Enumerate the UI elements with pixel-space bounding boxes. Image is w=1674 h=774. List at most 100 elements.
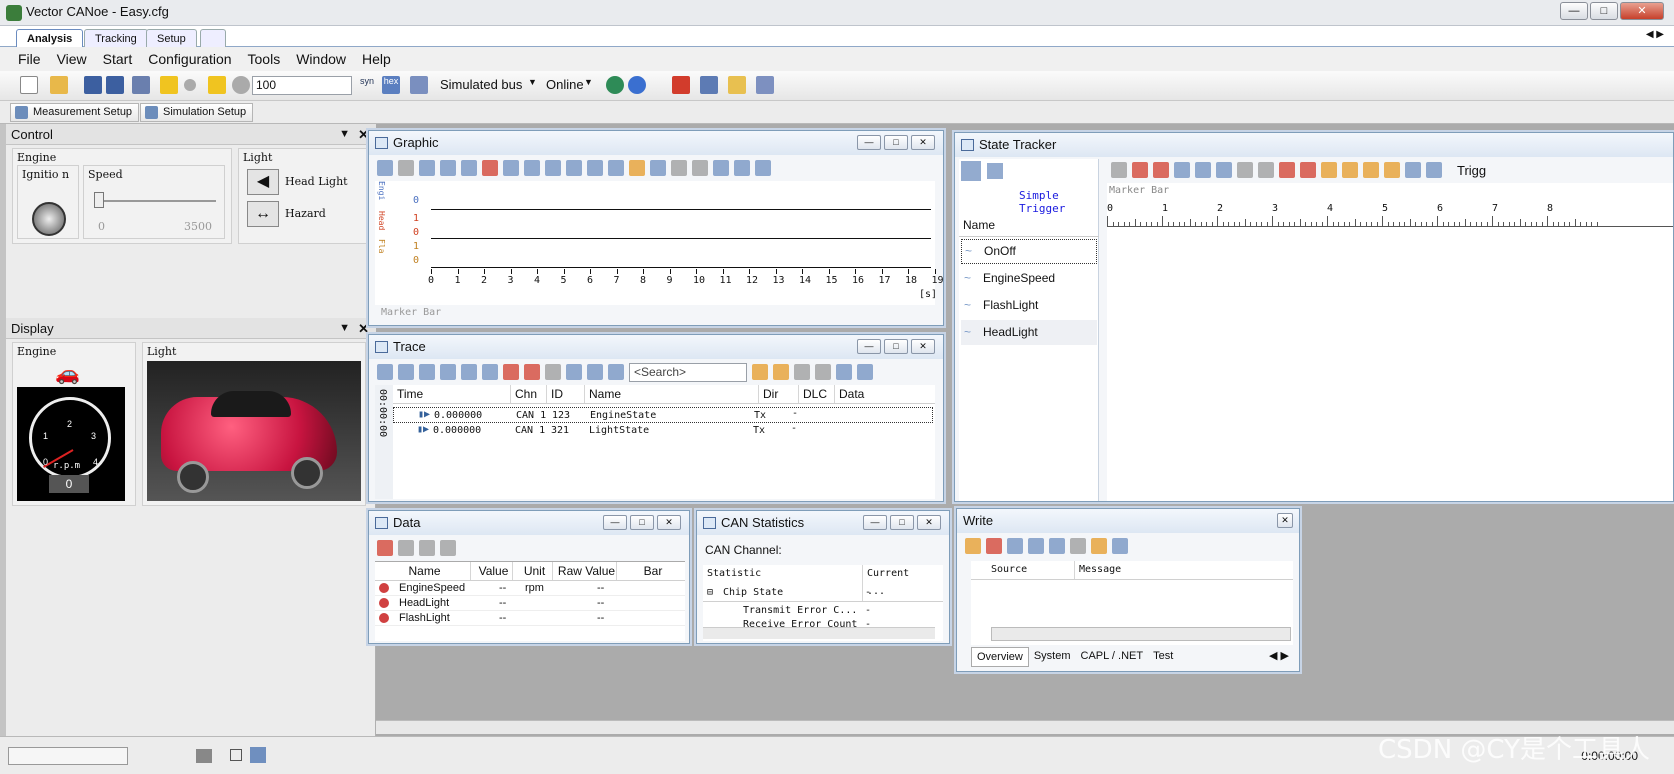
st-zoom-out-icon[interactable]: [1195, 162, 1211, 178]
collapse-icon[interactable]: ⊟: [707, 587, 713, 598]
graphic-chart2-icon[interactable]: [461, 160, 477, 176]
graphic-layout-icon[interactable]: [419, 160, 435, 176]
measure-icon[interactable]: [587, 160, 603, 176]
windows-icon[interactable]: [756, 76, 774, 94]
minimize-button[interactable]: —: [1560, 2, 1588, 20]
tab-analysis[interactable]: Analysis: [16, 29, 84, 47]
start-lightning-icon[interactable]: [160, 76, 178, 94]
trace-maximize-button[interactable]: □: [884, 339, 908, 354]
trace-col-time[interactable]: Time: [393, 385, 511, 403]
graphic-chart-icon[interactable]: [440, 160, 456, 176]
data-col-value[interactable]: Value: [471, 562, 513, 580]
pin-icon[interactable]: ▼: [339, 124, 350, 145]
trace-col-dir[interactable]: Dir: [759, 385, 799, 403]
graphic-maximize-button[interactable]: □: [884, 135, 908, 150]
write-pause-icon[interactable]: [965, 538, 981, 554]
st-redo-icon[interactable]: [1258, 162, 1274, 178]
state-tracker-find-icon[interactable]: [987, 163, 1003, 179]
write-tab-overview[interactable]: Overview: [971, 647, 1029, 667]
st-first-icon[interactable]: [1321, 162, 1337, 178]
st-zoom-fit-icon[interactable]: [1216, 162, 1232, 178]
trace-col-id[interactable]: ID: [547, 385, 585, 403]
menu-window[interactable]: Window: [290, 51, 352, 67]
st-measure2-icon[interactable]: [1300, 162, 1316, 178]
st-pause-icon[interactable]: [1111, 162, 1127, 178]
data-row[interactable]: FlashLight -- --: [375, 611, 685, 626]
graphic-pause-icon[interactable]: [398, 160, 414, 176]
display-pin-icon[interactable]: ▼: [339, 318, 350, 339]
graphic-fit-icon[interactable]: [377, 160, 393, 176]
data-minimize-button[interactable]: —: [603, 515, 627, 530]
trace-filter2-icon[interactable]: [461, 364, 477, 380]
trace-forward-icon[interactable]: [815, 364, 831, 380]
network-icon[interactable]: [132, 76, 150, 94]
data-clear-icon[interactable]: [377, 540, 393, 556]
timer-value-combo[interactable]: 100: [252, 76, 352, 95]
write-tab-capl[interactable]: CAPL / .NET: [1076, 647, 1149, 667]
status-log-icon[interactable]: [250, 747, 266, 763]
menu-file[interactable]: File: [12, 51, 47, 67]
can-stat-maximize-button[interactable]: □: [890, 515, 914, 530]
write-find-icon[interactable]: [1049, 538, 1065, 554]
speed-slider-thumb[interactable]: [94, 192, 104, 208]
zoom-out-icon[interactable]: [545, 160, 561, 176]
trace-col-data[interactable]: Data: [835, 385, 935, 403]
st-export-icon[interactable]: [1426, 162, 1442, 178]
trace-search-next-icon[interactable]: [752, 364, 768, 380]
stop-icon[interactable]: [184, 79, 196, 91]
menu-start[interactable]: Start: [97, 51, 139, 67]
simulated-bus-dropdown[interactable]: Simulated bus: [440, 77, 522, 92]
maximize-button[interactable]: □: [1590, 2, 1618, 20]
write-paste-icon[interactable]: [1070, 538, 1086, 554]
state-tracker-config-icon[interactable]: [961, 161, 981, 181]
tab-tracking[interactable]: Tracking: [84, 29, 148, 47]
trace-col-chn[interactable]: Chn: [511, 385, 547, 403]
trace-row[interactable]: ▮▶ 0.000000 CAN 1 123 EngineState Tx -: [393, 407, 933, 423]
redo-icon[interactable]: [692, 160, 708, 176]
write-clear-icon[interactable]: [986, 538, 1002, 554]
write-hscrollbar[interactable]: [991, 627, 1291, 641]
save-all-icon[interactable]: [106, 76, 124, 94]
state-signal-row[interactable]: FlashLight ~: [961, 293, 1097, 318]
graphic-config-icon[interactable]: [755, 160, 771, 176]
data-col-raw[interactable]: Raw Value: [553, 562, 617, 580]
tab-scroll-arrows-icon[interactable]: ◀ ▶: [1646, 29, 1664, 40]
data-config-icon[interactable]: [419, 540, 435, 556]
notes-icon[interactable]: [728, 76, 746, 94]
trace-minimize-button[interactable]: —: [857, 339, 881, 354]
data-record-icon[interactable]: [440, 540, 456, 556]
data-row[interactable]: HeadLight -- --: [375, 596, 685, 611]
data-row[interactable]: EngineSpeed -- rpm --: [375, 581, 685, 596]
new-tab-icon[interactable]: [200, 29, 226, 47]
menu-view[interactable]: View: [51, 51, 93, 67]
st-prev-icon[interactable]: [1342, 162, 1358, 178]
trace-config-icon[interactable]: [857, 364, 873, 380]
trace-search-prev-icon[interactable]: [773, 364, 789, 380]
write-clear-all-icon[interactable]: [1007, 538, 1023, 554]
data-col-name[interactable]: Name: [375, 562, 471, 580]
write-tab-system[interactable]: System: [1029, 647, 1076, 667]
trace-fixed-icon[interactable]: [419, 364, 435, 380]
syn-button[interactable]: syn: [360, 76, 378, 94]
st-chart-icon[interactable]: [1132, 162, 1148, 178]
menu-configuration[interactable]: Configuration: [142, 51, 237, 67]
trace-sort-icon[interactable]: [566, 364, 582, 380]
st-graph-icon[interactable]: [1405, 162, 1421, 178]
write-save-icon[interactable]: [1091, 538, 1107, 554]
status-square-icon[interactable]: [230, 749, 242, 761]
graphic-axis-icon[interactable]: [503, 160, 519, 176]
trace-clear-icon[interactable]: [503, 364, 519, 380]
st-next-icon[interactable]: [1363, 162, 1379, 178]
break-icon[interactable]: [232, 76, 250, 94]
trace-autoscroll-icon[interactable]: [608, 364, 624, 380]
filter-icon[interactable]: [672, 76, 690, 94]
hex-button[interactable]: hex: [382, 76, 400, 94]
can-stat-hscrollbar[interactable]: [703, 627, 935, 639]
data-maximize-button[interactable]: □: [630, 515, 654, 530]
tab-setup[interactable]: Setup: [146, 29, 197, 47]
trace-find-icon[interactable]: [482, 364, 498, 380]
info-icon[interactable]: [606, 76, 624, 94]
graphic-close-button[interactable]: ✕: [911, 135, 935, 150]
trace-search-input[interactable]: <Search>: [629, 362, 747, 382]
write-col-message[interactable]: Message: [1075, 561, 1275, 579]
